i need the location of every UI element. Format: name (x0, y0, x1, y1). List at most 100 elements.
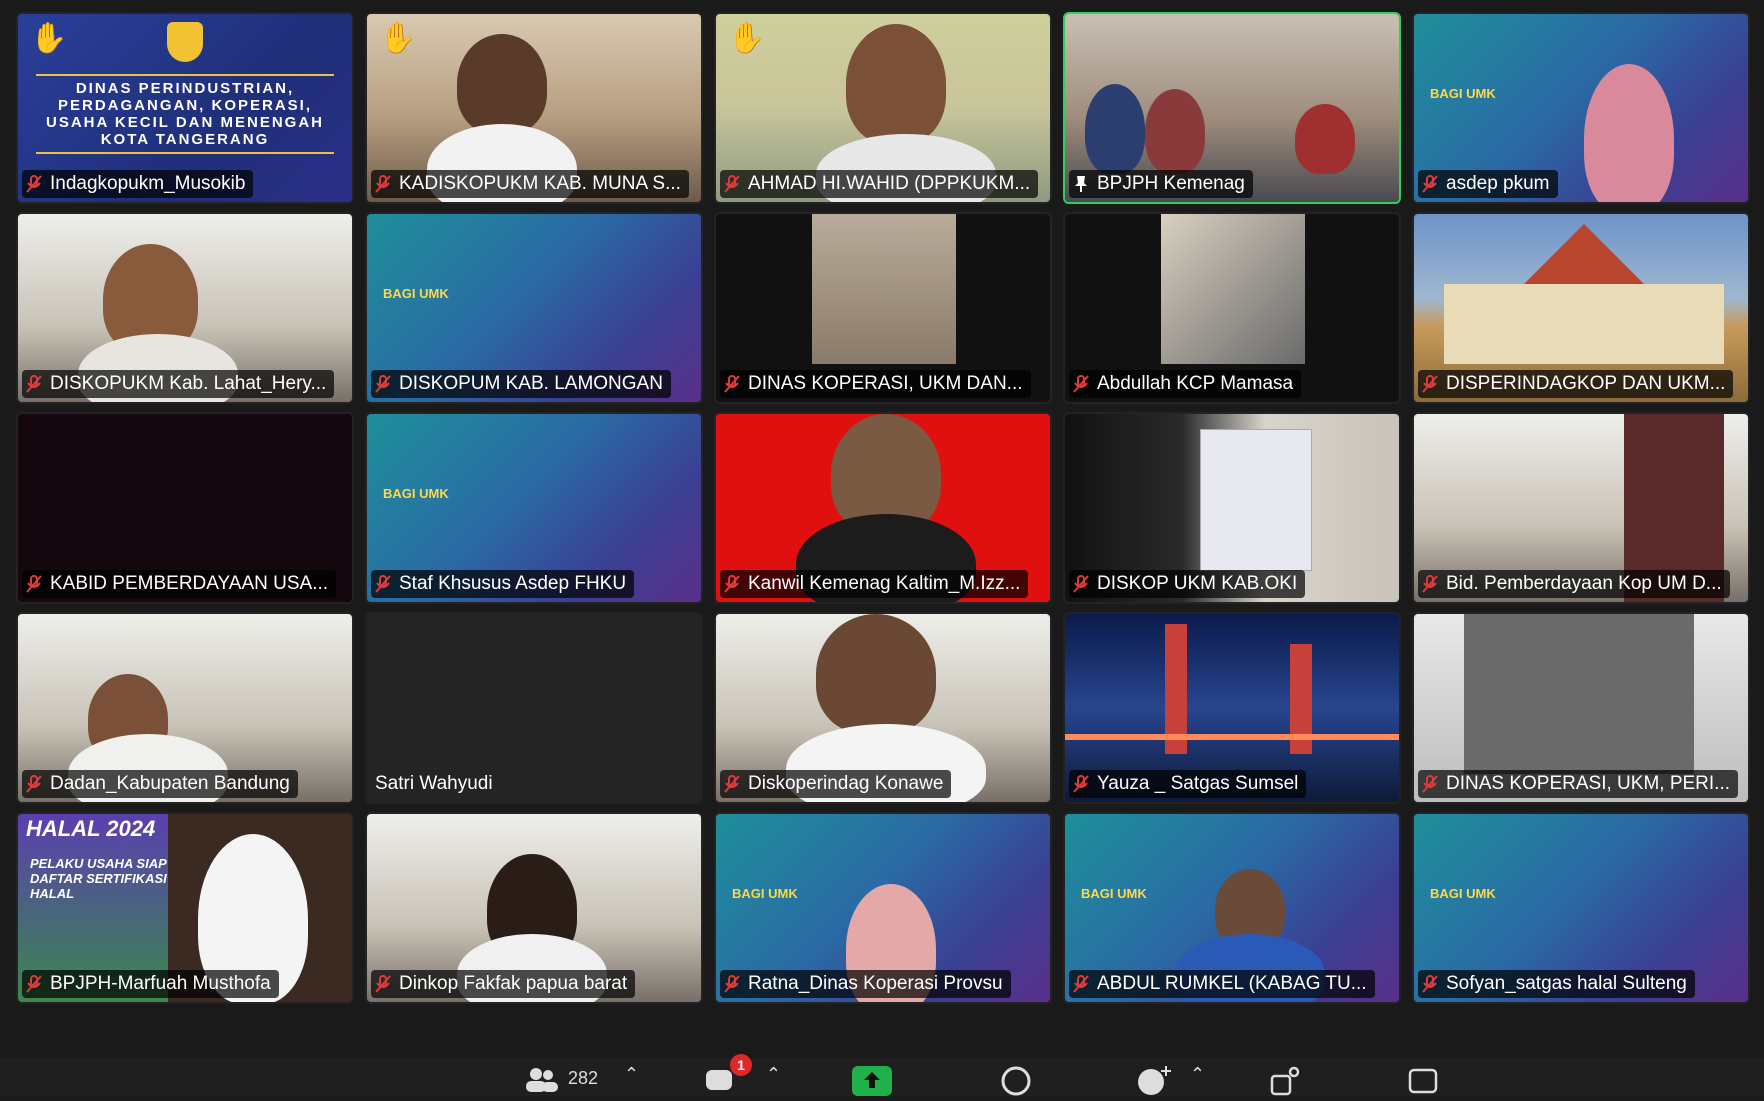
video-tile[interactable]: BAGI UMK DISKOPUM KAB. LAMONGAN (365, 212, 703, 404)
participant-name: DISPERINDAGKOP DAN UKM... (1446, 373, 1726, 394)
organization-banner-text: DINAS PERINDUSTRIAN, PERDAGANGAN, KOPERA… (36, 74, 334, 154)
video-tile[interactable]: ✋ KADISKOPUKM KAB. MUNA S... (365, 12, 703, 204)
bagi-umk-text: BAGI UMK (383, 486, 449, 501)
bridge-deck (1065, 734, 1399, 740)
participant-video (1584, 64, 1674, 202)
participants-button[interactable] (524, 1066, 560, 1097)
building-wall (1444, 284, 1724, 364)
participant-name-label: KADISKOPUKM KAB. MUNA S... (371, 170, 689, 198)
participant-name: Sofyan_satgas halal Sulteng (1446, 973, 1687, 994)
participant-name: Bid. Pemberdayaan Kop UM D... (1446, 573, 1722, 594)
muted-mic-icon (375, 575, 391, 593)
muted-mic-icon (1073, 375, 1089, 393)
crest-logo (167, 22, 203, 62)
apps-icon (1270, 1066, 1300, 1096)
participants-icon (526, 1068, 558, 1092)
video-tile-active-speaker[interactable]: BPJPH Kemenag (1063, 12, 1401, 204)
door (1464, 614, 1694, 774)
participant-name-label: Dinkop Fakfak papua barat (371, 970, 636, 998)
video-tile[interactable]: DINAS KOPERASI, UKM DAN... (714, 212, 1052, 404)
muted-mic-icon (724, 375, 740, 393)
raised-hand-icon: ✋ (30, 22, 68, 55)
reactions-icon (1138, 1066, 1171, 1095)
video-tile[interactable]: Dadan_Kabupaten Bandung (16, 612, 354, 804)
participant-name-label: Sofyan_satgas halal Sulteng (1418, 970, 1695, 998)
video-tile[interactable]: DISKOP UKM KAB.OKI (1063, 412, 1401, 604)
participant-name-label: DINAS KOPERASI, UKM DAN... (720, 370, 1031, 398)
participant-name-label: KABID PEMBERDAYAAN USA... (22, 570, 337, 598)
video-tile[interactable]: HALAL 2024 PELAKU USAHA SIAP DAFTAR SERT… (16, 812, 354, 1004)
video-tile[interactable]: Bid. Pemberdayaan Kop UM D... (1412, 412, 1750, 604)
reactions-menu-chevron-icon[interactable]: ⌃ (1190, 1064, 1205, 1085)
participant-name: KABID PEMBERDAYAAN USA... (50, 573, 329, 594)
video-tile[interactable]: Yauza _ Satgas Sumsel (1063, 612, 1401, 804)
chat-menu-chevron-icon[interactable]: ⌃ (766, 1064, 781, 1085)
participant-name: Dadan_Kabupaten Bandung (50, 773, 290, 794)
participant-video (1161, 214, 1305, 364)
muted-mic-icon (375, 175, 391, 193)
participant-name-label: Satri Wahyudi (371, 770, 501, 798)
participant-name: Abdullah KCP Mamasa (1097, 373, 1294, 394)
muted-mic-icon (375, 975, 391, 993)
participant-name-label: Ratna_Dinas Koperasi Provsu (720, 970, 1011, 998)
muted-mic-icon (724, 775, 740, 793)
video-tile[interactable]: BAGI UMK Ratna_Dinas Koperasi Provsu (714, 812, 1052, 1004)
muted-mic-icon (26, 375, 42, 393)
participants-menu-chevron-icon[interactable]: ⌃ (624, 1064, 639, 1085)
video-tile[interactable]: BAGI UMK Staf Khsusus Asdep FHKU (365, 412, 703, 604)
muted-mic-icon (375, 375, 391, 393)
building-roof (1524, 224, 1644, 284)
muted-mic-icon (1073, 575, 1089, 593)
chat-badge: 1 (730, 1054, 752, 1076)
participant-name-label: DISKOP UKM KAB.OKI (1069, 570, 1306, 598)
participant-name: Indagkopukm_Musokib (50, 173, 246, 194)
participant-name-label: AHMAD HI.WAHID (DPPKUKM... (720, 170, 1039, 198)
muted-mic-icon (26, 775, 42, 793)
video-tile[interactable]: DISKOPUKM Kab. Lahat_Hery... (16, 212, 354, 404)
video-tile[interactable]: Satri Wahyudi (365, 612, 703, 804)
muted-mic-icon (1422, 175, 1438, 193)
bagi-umk-text: BAGI UMK (1430, 86, 1496, 101)
participant-name-label: ABDUL RUMKEL (KABAG TU... (1069, 970, 1375, 998)
video-tile[interactable]: BAGI UMK ABDUL RUMKEL (KABAG TU... (1063, 812, 1401, 1004)
video-tile[interactable]: ✋ AHMAD HI.WAHID (DPPKUKM... (714, 12, 1052, 204)
participant-name: Yauza _ Satgas Sumsel (1097, 773, 1299, 794)
participant-video (812, 214, 956, 364)
video-tile[interactable]: KABID PEMBERDAYAAN USA... (16, 412, 354, 604)
video-tile[interactable]: Dinkop Fakfak papua barat (365, 812, 703, 1004)
participant-name-label: DISKOPUM KAB. LAMONGAN (371, 370, 671, 398)
video-tile[interactable]: Kanwil Kemenag Kaltim_M.Izz... (714, 412, 1052, 604)
muted-mic-icon (1073, 775, 1089, 793)
participant-video (1295, 104, 1355, 174)
participant-name: Satri Wahyudi (375, 773, 493, 794)
video-tile[interactable]: DINAS KOPERASI, UKM, PERI... (1412, 612, 1750, 804)
participant-name: Staf Khsusus Asdep FHKU (399, 573, 627, 594)
muted-mic-icon (1073, 975, 1089, 993)
video-tile[interactable]: BAGI UMK asdep pkum (1412, 12, 1750, 204)
video-tile[interactable]: DINAS PERINDUSTRIAN, PERDAGANGAN, KOPERA… (16, 12, 354, 204)
whiteboard-icon (1408, 1068, 1438, 1094)
muted-mic-icon (1422, 375, 1438, 393)
participant-name-label: DISPERINDAGKOP DAN UKM... (1418, 370, 1734, 398)
participant-name: Diskoperindag Konawe (748, 773, 944, 794)
muted-mic-icon (724, 575, 740, 593)
participant-name: DISKOPUKM Kab. Lahat_Hery... (50, 373, 327, 394)
participant-name-label: asdep pkum (1418, 170, 1558, 198)
meeting-toolbar: 282 ⌃ 1 ⌃ ⌃ (0, 1054, 1764, 1097)
video-tile[interactable]: Diskoperindag Konawe (714, 612, 1052, 804)
participant-name: DISKOPUM KAB. LAMONGAN (399, 373, 663, 394)
muted-mic-icon (1422, 775, 1438, 793)
participant-name: KADISKOPUKM KAB. MUNA S... (399, 173, 681, 194)
participant-name-label: Indagkopukm_Musokib (22, 170, 254, 198)
video-tile[interactable]: DISPERINDAGKOP DAN UKM... (1412, 212, 1750, 404)
participant-video (1085, 84, 1145, 174)
muted-mic-icon (724, 175, 740, 193)
video-tile[interactable]: BAGI UMK Sofyan_satgas halal Sulteng (1412, 812, 1750, 1004)
participant-name: Dinkop Fakfak papua barat (399, 973, 628, 994)
participant-name-label: Abdullah KCP Mamasa (1069, 370, 1302, 398)
halal-year-text: HALAL 2024 (26, 816, 156, 841)
participant-name-label: Kanwil Kemenag Kaltim_M.Izz... (720, 570, 1029, 598)
participant-name: Ratna_Dinas Koperasi Provsu (748, 973, 1003, 994)
participant-name: BPJPH Kemenag (1097, 173, 1245, 194)
video-tile[interactable]: Abdullah KCP Mamasa (1063, 212, 1401, 404)
